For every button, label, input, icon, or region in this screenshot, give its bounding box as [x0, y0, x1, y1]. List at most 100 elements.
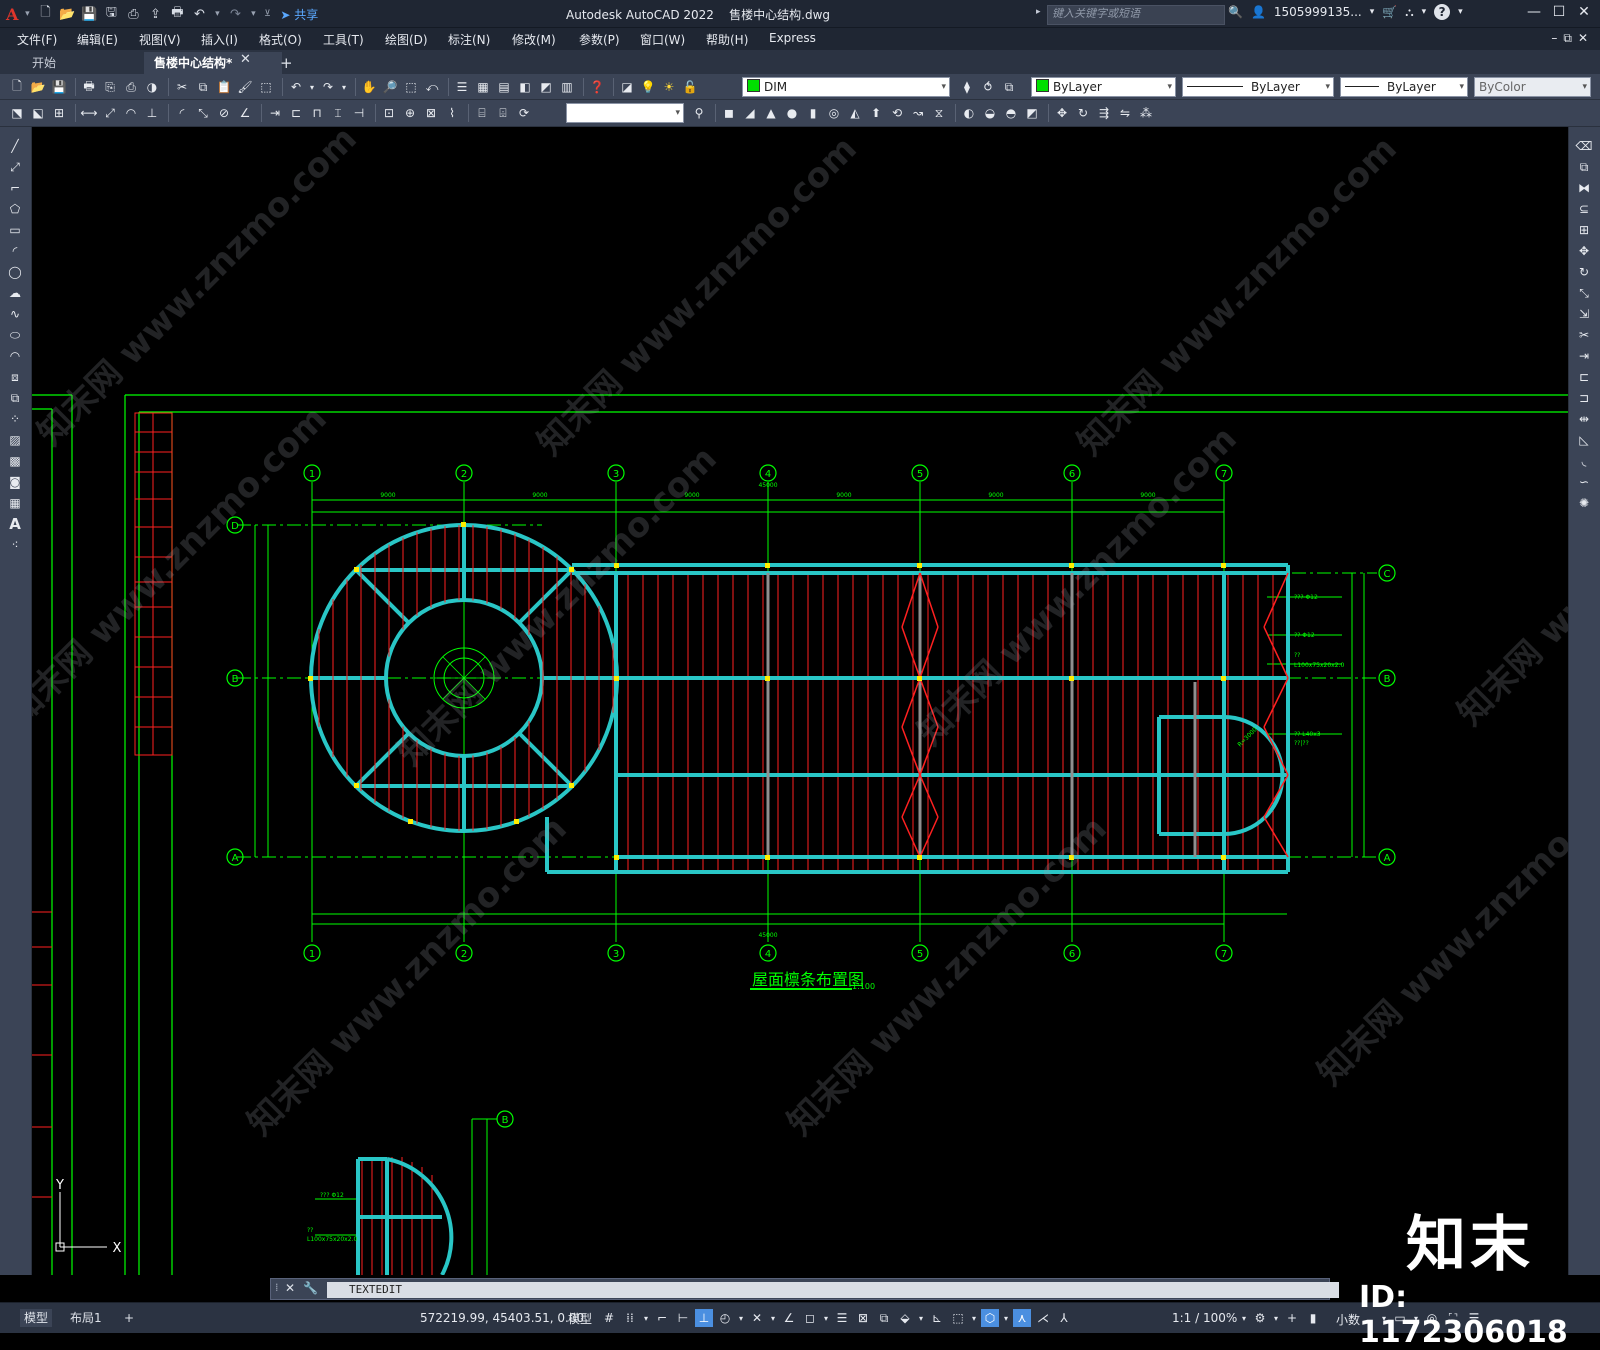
cart-icon[interactable]: 🛒: [1382, 5, 1397, 19]
table-style-icon[interactable]: ⊞: [50, 104, 68, 122]
search-input[interactable]: 键入关键字或短语: [1047, 5, 1225, 25]
chevron-down-icon[interactable]: ▾: [737, 1309, 745, 1327]
dim-ordinate-icon[interactable]: ⊥: [143, 104, 161, 122]
center-mark-icon[interactable]: ⊕: [401, 104, 419, 122]
close-icon[interactable]: ✕: [285, 1281, 295, 1295]
polyline-icon[interactable]: ⌐: [6, 179, 24, 197]
3d-rotate-icon[interactable]: ↻: [1074, 104, 1092, 122]
chevron-down-icon[interactable]: ▾: [1240, 1309, 1248, 1327]
dim-radius-icon[interactable]: ◜: [173, 104, 191, 122]
infer-constraints-icon[interactable]: ⌐: [653, 1309, 671, 1327]
undo-icon[interactable]: ↶: [190, 5, 208, 23]
table-icon[interactable]: ▦: [6, 494, 24, 512]
tool-palettes-icon[interactable]: ▤: [495, 78, 513, 96]
user-icon[interactable]: 👤: [1251, 5, 1266, 19]
menu-dimension[interactable]: 标注(N): [448, 31, 490, 48]
scale-icon[interactable]: ⤡: [1575, 284, 1593, 302]
selection-filter-icon[interactable]: ⬚: [949, 1309, 967, 1327]
close-button[interactable]: ✕: [1574, 4, 1594, 24]
dim-edit-icon[interactable]: ⌸: [473, 104, 491, 122]
dim-style-icon[interactable]: ⬕: [29, 104, 47, 122]
tab-current-drawing[interactable]: 售楼中心结构*: [144, 52, 282, 74]
3d-osnap-icon[interactable]: ⬙: [896, 1309, 914, 1327]
multiline-text-icon[interactable]: A: [6, 515, 24, 533]
selection-cycling-icon[interactable]: ⧉: [875, 1309, 893, 1327]
autodesk-account-icon[interactable]: ⛬: [1405, 5, 1413, 20]
dim-diameter-icon[interactable]: ⊘: [215, 104, 233, 122]
dim-aligned-icon[interactable]: ⤢: [101, 104, 119, 122]
annotation-visibility-icon[interactable]: ⋏: [1013, 1309, 1031, 1327]
close-icon[interactable]: ✕: [240, 52, 251, 67]
block-editor-icon[interactable]: ⬚: [257, 78, 275, 96]
fillet-icon[interactable]: ◟: [1575, 452, 1593, 470]
auto-scale-icon[interactable]: ⋌: [1034, 1309, 1052, 1327]
layer-match-icon[interactable]: ⧉: [1000, 78, 1018, 96]
publish-icon[interactable]: ⎙: [122, 78, 140, 96]
object-snap-tracking-icon[interactable]: ∠: [780, 1309, 798, 1327]
color-dropdown[interactable]: ByLayer ▾: [1031, 77, 1176, 97]
gizmo-icon[interactable]: ⬡: [981, 1309, 999, 1327]
ellipse-icon[interactable]: ⬭: [6, 326, 24, 344]
chevron-down-icon[interactable]: ▾: [1002, 1309, 1010, 1327]
extend-icon[interactable]: ⇥: [1575, 347, 1593, 365]
isodraft-icon[interactable]: ✕: [748, 1309, 766, 1327]
polygon-icon[interactable]: ⬠: [6, 200, 24, 218]
open-file-icon[interactable]: 📂: [58, 5, 76, 23]
menu-edit[interactable]: 编辑(E): [77, 31, 118, 48]
extrude-icon[interactable]: ⬆: [867, 104, 885, 122]
3d-align-icon[interactable]: ⇶: [1095, 104, 1113, 122]
redo-icon[interactable]: ↷: [226, 5, 244, 23]
move-icon[interactable]: ✥: [1575, 242, 1593, 260]
save-icon[interactable]: 💾: [50, 78, 68, 96]
chevron-down-icon[interactable]: ▾: [970, 1309, 978, 1327]
gear-icon[interactable]: ⚙: [1251, 1309, 1269, 1327]
union-icon[interactable]: ◐: [960, 104, 978, 122]
menu-express[interactable]: Express: [769, 31, 816, 45]
chevron-down-icon[interactable]: ▾: [308, 78, 316, 96]
trim-icon[interactable]: ✂: [1575, 326, 1593, 344]
model-space-button[interactable]: 模型: [568, 1310, 592, 1327]
copy-icon[interactable]: ⧉: [194, 78, 212, 96]
dynamic-input-icon[interactable]: ⊢: [674, 1309, 692, 1327]
new-icon[interactable]: 🗋: [8, 78, 26, 96]
point-icon[interactable]: ⁘: [6, 410, 24, 428]
layer-on-icon[interactable]: 💡: [639, 78, 657, 96]
command-input[interactable]: TEXTEDIT: [327, 1282, 1339, 1298]
design-center-icon[interactable]: ▦: [474, 78, 492, 96]
undo-icon[interactable]: ↶: [287, 78, 305, 96]
share-button[interactable]: ➤ 共享: [280, 6, 318, 23]
sheet-set-icon[interactable]: ◧: [516, 78, 534, 96]
menu-parametric[interactable]: 参数(P): [579, 31, 620, 48]
undo-dropdown-icon[interactable]: ▾: [212, 5, 222, 23]
revision-cloud-icon[interactable]: ☁: [6, 284, 24, 302]
cylinder-icon[interactable]: ▮: [804, 104, 822, 122]
chevron-down-icon[interactable]: ▾: [340, 78, 348, 96]
join-icon[interactable]: ⇹: [1575, 410, 1593, 428]
document-window-controls[interactable]: –⧉✕: [1551, 31, 1594, 46]
dim-angular-icon[interactable]: ∠: [236, 104, 254, 122]
dim-linear-icon[interactable]: ⟷: [80, 104, 98, 122]
dim-style-apply-icon[interactable]: ⚲: [690, 104, 708, 122]
search-expand-icon[interactable]: ▸: [1036, 7, 1041, 17]
add-selected-icon[interactable]: ⁖: [6, 536, 24, 554]
chevron-down-icon[interactable]: ▾: [1422, 7, 1427, 17]
chevron-down-icon[interactable]: ▾: [1458, 7, 1463, 17]
stretch-icon[interactable]: ⇲: [1575, 305, 1593, 323]
zoom-previous-icon[interactable]: ⤺: [423, 78, 441, 96]
jogged-linear-icon[interactable]: ⌇: [443, 104, 461, 122]
new-tab-button[interactable]: +: [270, 52, 303, 74]
properties-icon[interactable]: ☰: [453, 78, 471, 96]
menu-view[interactable]: 视图(V): [139, 31, 181, 48]
zoom-window-icon[interactable]: ⬚: [402, 78, 420, 96]
break-at-point-icon[interactable]: ⊏: [1575, 368, 1593, 386]
minimize-button[interactable]: —: [1524, 4, 1544, 24]
search-icon[interactable]: 🔍: [1228, 5, 1243, 19]
quickcalc-icon[interactable]: ▥: [558, 78, 576, 96]
new-file-icon[interactable]: 🗋: [36, 5, 54, 23]
box-icon[interactable]: ◼: [720, 104, 738, 122]
paste-icon[interactable]: 📋: [215, 78, 233, 96]
arc-icon[interactable]: ◜: [6, 242, 24, 260]
layer-unlock-icon[interactable]: 🔓: [681, 78, 699, 96]
pyramid-icon[interactable]: ◭: [846, 104, 864, 122]
save-as-icon[interactable]: 🖫: [102, 5, 120, 23]
